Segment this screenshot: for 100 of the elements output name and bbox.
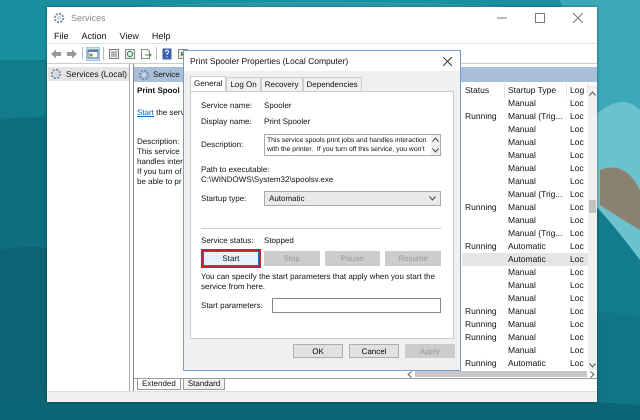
tab[interactable]: General xyxy=(190,76,226,91)
console-tree-icon[interactable] xyxy=(87,48,99,60)
table-row[interactable]: Manual Loc xyxy=(462,344,588,357)
tab[interactable]: Log On xyxy=(226,77,261,91)
table-cell-text: Running xyxy=(464,305,498,318)
description-text: Description: xyxy=(137,137,180,147)
menu-item[interactable]: File xyxy=(53,31,70,41)
menu-item[interactable]: Action xyxy=(80,31,108,41)
table-row[interactable]: Running Manual (Trig... Loc xyxy=(462,110,588,123)
service-button[interactable]: Start xyxy=(203,251,259,266)
tree-item[interactable]: Services (Local) xyxy=(48,67,129,81)
table-cell-text: Loc xyxy=(569,136,585,149)
chevron-up-icon[interactable] xyxy=(432,136,439,142)
forward-arrow-icon[interactable] xyxy=(66,48,78,60)
table-cell-text: Manual xyxy=(507,162,537,175)
table-cell-text: Running xyxy=(464,357,498,370)
menu-item[interactable]: View xyxy=(118,31,140,41)
field-label: Startup type: xyxy=(201,194,248,202)
scrollbar[interactable] xyxy=(588,85,597,370)
dialog-button[interactable]: Cancel xyxy=(349,344,399,358)
start-parameters-field[interactable] xyxy=(272,298,441,312)
table-row[interactable]: Manual Loc xyxy=(462,97,588,110)
chevron-down-icon[interactable] xyxy=(432,148,439,152)
table-cell-text: Manual (Trig... xyxy=(507,188,564,201)
table-cell-text: Loc xyxy=(569,110,585,123)
table-cell-text: Loc xyxy=(569,97,585,110)
table-row[interactable]: Manual (Trig... Loc xyxy=(462,188,588,201)
dialog-button[interactable]: OK xyxy=(293,344,343,358)
table-row[interactable]: Running Manual Loc xyxy=(462,201,588,214)
chevron-up-icon[interactable] xyxy=(589,91,596,96)
gear-icon xyxy=(50,68,62,80)
view-tab[interactable]: Standard xyxy=(182,379,226,390)
table-cell-text: Automatic xyxy=(507,253,547,266)
table-row[interactable]: Manual Loc xyxy=(462,123,588,136)
tab[interactable]: Dependencies xyxy=(302,77,362,91)
table-row[interactable]: Manual Loc xyxy=(462,162,588,175)
view-tab[interactable]: Extended xyxy=(137,379,181,390)
table-row[interactable]: Manual Loc xyxy=(462,266,588,279)
refresh-icon[interactable] xyxy=(124,48,136,60)
table-row[interactable]: Manual Loc xyxy=(462,136,588,149)
table-cell-text: Manual (Trig... xyxy=(507,110,564,123)
table-cell-text: Loc xyxy=(569,227,585,240)
table-cell-text: Loc xyxy=(569,253,585,266)
properties-icon[interactable] xyxy=(108,48,120,60)
table-cell-text: Loc xyxy=(569,175,585,188)
table-cell-text: Manual xyxy=(507,266,537,279)
table-row[interactable]: Running Automatic Loc xyxy=(462,357,588,370)
field-label: Description: xyxy=(201,140,244,149)
back-arrow-icon[interactable] xyxy=(50,48,62,60)
table-cell-text: Manual xyxy=(507,344,537,357)
table-cell-text: Loc xyxy=(569,292,585,305)
gear-icon xyxy=(138,68,150,80)
table-cell-text: Loc xyxy=(569,162,585,175)
chevron-down-icon[interactable] xyxy=(589,363,596,368)
table-row[interactable]: Running Automatic Loc xyxy=(462,240,588,253)
menu-item[interactable]: Help xyxy=(150,31,172,41)
table-cell-text: Manual xyxy=(507,214,537,227)
chevron-left-icon[interactable] xyxy=(407,370,412,378)
table-cell-text: Automatic xyxy=(507,357,547,370)
table-cell-text: Manual xyxy=(507,201,537,214)
scroll-thumb[interactable] xyxy=(589,200,596,213)
startup-type-dropdown[interactable]: Automatic xyxy=(264,190,441,206)
table-row[interactable]: Manual Loc xyxy=(462,149,588,162)
chevron-right-icon[interactable] xyxy=(590,370,595,378)
scroll-thumb[interactable] xyxy=(415,371,587,377)
table-cell-text: Loc xyxy=(569,188,585,201)
table-row[interactable]: Running Manual Loc xyxy=(462,318,588,331)
table-cell-text: Manual xyxy=(507,305,537,318)
table-row[interactable]: Manual Loc xyxy=(462,279,588,292)
table-row[interactable]: Manual (Trig... Loc xyxy=(462,227,588,240)
help-icon[interactable] xyxy=(161,48,173,60)
table-cell-text: Manual xyxy=(507,292,537,305)
pane-title: Service xyxy=(153,70,180,79)
table-row[interactable]: Running Manual Loc xyxy=(462,305,588,318)
service-title: Print Spool xyxy=(137,85,181,97)
column-header[interactable]: Status xyxy=(462,83,505,97)
table-row[interactable]: Manual Loc xyxy=(462,214,588,227)
description-text: This service xyxy=(137,147,181,157)
maximize-icon[interactable] xyxy=(535,13,545,23)
table-cell-text: Manual xyxy=(507,175,537,188)
table-row[interactable]: Manual Loc xyxy=(462,292,588,305)
field-value: Print Spooler xyxy=(264,116,310,126)
tab[interactable]: Recovery xyxy=(260,77,303,91)
column-header[interactable]: Startup Type xyxy=(505,83,567,97)
field-label: Service name: xyxy=(201,100,254,110)
export-icon[interactable] xyxy=(140,48,152,60)
table-row[interactable]: Running Manual Loc xyxy=(462,331,588,344)
table-cell-text: Loc xyxy=(569,357,585,370)
start-link[interactable]: Start xyxy=(137,108,154,117)
chevron-down-icon[interactable] xyxy=(429,196,436,200)
gear-icon xyxy=(53,12,65,24)
field-value: Stopped xyxy=(264,236,294,244)
close-icon[interactable] xyxy=(443,56,452,66)
table-cell-text: Manual xyxy=(507,97,537,110)
table-row[interactable]: Manual Loc xyxy=(462,175,588,188)
description-text: handles inter xyxy=(137,157,184,167)
table-row[interactable]: Automatic Loc xyxy=(462,253,588,266)
dialog-title: Print Spooler Properties (Local Computer) xyxy=(190,56,348,66)
table-cell-text: Running xyxy=(464,331,498,344)
table-cell-text: Loc xyxy=(569,149,585,162)
